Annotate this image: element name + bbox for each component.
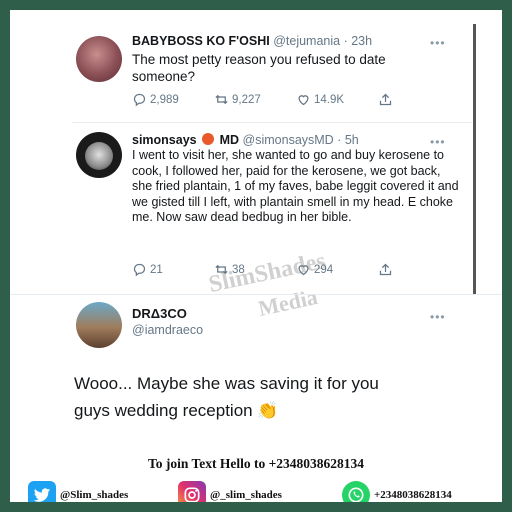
tweet3-text: Wooo... Maybe she was saving it for you … (74, 374, 379, 420)
more-options-icon[interactable]: ••• (430, 310, 446, 324)
twitter-handle[interactable]: @Slim_shades (28, 481, 128, 502)
instagram-handle-label: @_slim_shades (210, 489, 282, 501)
more-options-icon[interactable]: ••• (430, 135, 446, 149)
tweet3-display-name[interactable]: DRΔ3CO (132, 306, 187, 321)
tweet2-text: I went to visit her, she wanted to go an… (132, 148, 459, 224)
tweet1-handle-time: @tejumania · 23h (273, 34, 373, 48)
reply-count: 21 (150, 263, 163, 276)
tweet3-handle[interactable]: @iamdraeco (132, 323, 203, 337)
reply-icon (133, 263, 146, 277)
twitter-icon (28, 481, 56, 502)
whatsapp-number[interactable]: +2348038628134 (342, 481, 452, 502)
avatar-face-graphic (85, 142, 113, 170)
clapping-hands-icon: 👏 (257, 401, 279, 420)
share-icon (379, 263, 392, 276)
watermark-line2: Media (255, 284, 320, 321)
retweet-count: 9,227 (232, 93, 261, 106)
twitter-handle-label: @Slim_shades (60, 489, 129, 501)
tweet1-actions: 2,989 9,227 14.9K (132, 92, 393, 107)
screenshot-frame: BABYBOSS KO F'OSHI @tejumania · 23h ••• … (10, 10, 502, 502)
tweet2-badge: MD (219, 133, 240, 147)
tweet1-display-name[interactable]: BABYBOSS KO F'OSHI (132, 34, 270, 48)
avatar-babyboss[interactable] (76, 36, 122, 82)
like-count: 14.9K (314, 93, 345, 106)
whatsapp-number-label: +2348038628134 (374, 489, 452, 501)
tweet2-header: simonsays MD @simonsaysMD · 5h (132, 133, 359, 147)
angry-emoji-icon (202, 133, 215, 145)
scrollbar[interactable] (473, 24, 476, 294)
reply-icon (133, 93, 146, 107)
retweet-icon (215, 94, 228, 105)
share-button[interactable] (378, 262, 393, 277)
tweet3-header: DRΔ3CO (132, 306, 187, 321)
retweet-button[interactable]: 9,227 (214, 92, 296, 107)
like-button[interactable]: 14.9K (296, 92, 378, 107)
heart-icon (298, 95, 309, 106)
tweet1-header: BABYBOSS KO F'OSHI @tejumania · 23h (132, 34, 372, 48)
reply-button[interactable]: 21 (132, 262, 214, 277)
join-text: To join Text Hello to +2348038628134 (147, 456, 365, 471)
divider (72, 122, 472, 123)
divider (10, 294, 502, 295)
tweet3-body: Wooo... Maybe she was saving it for you … (74, 370, 404, 424)
instagram-icon (178, 481, 206, 502)
tweet1-text: The most petty reason you refused to dat… (132, 52, 386, 84)
whatsapp-icon (342, 481, 370, 502)
instagram-handle[interactable]: @_slim_shades (178, 481, 282, 502)
more-options-icon[interactable]: ••• (430, 36, 446, 50)
share-button[interactable] (378, 92, 393, 107)
reply-count: 2,989 (150, 93, 179, 106)
avatar-draeco[interactable] (76, 302, 122, 348)
tweet2-handle-time: @simonsaysMD · 5h (242, 133, 359, 147)
avatar-simonsays[interactable] (76, 132, 122, 178)
share-icon (379, 93, 392, 106)
tweet2-display-name[interactable]: simonsays (132, 133, 197, 147)
reply-button[interactable]: 2,989 (132, 92, 214, 107)
